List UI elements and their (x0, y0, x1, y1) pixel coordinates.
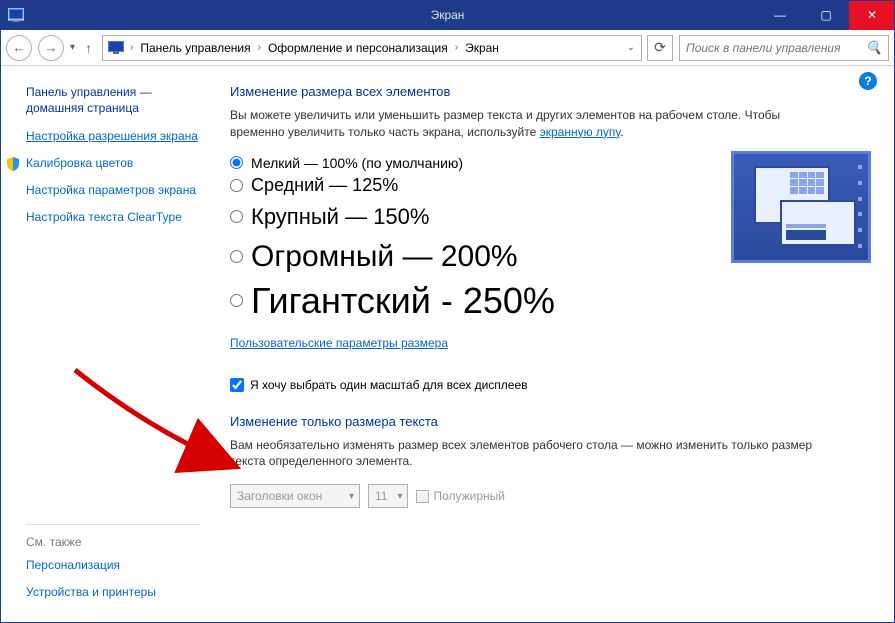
sidebar-link-personalization[interactable]: Персонализация (26, 557, 200, 574)
radio-large[interactable] (230, 210, 243, 223)
breadcrumb-item[interactable]: Панель управления (138, 41, 252, 55)
up-button[interactable]: ↑ (81, 40, 96, 56)
window-titlebar: Экран — ▢ ✕ (0, 0, 895, 30)
radio-huge[interactable] (230, 250, 243, 263)
search-icon[interactable]: 🔍 (866, 40, 882, 56)
sidebar-link-resolution[interactable]: Настройка разрешения экрана (26, 128, 200, 145)
breadcrumb-item[interactable]: Оформление и персонализация (266, 41, 450, 55)
back-button[interactable]: ← (6, 35, 32, 61)
radio-label: Гигантский - 250% (251, 280, 555, 322)
address-bar: ← → ▾ ↑ › Панель управления › Оформление… (0, 30, 895, 66)
sidebar: Панель управления — домашняя страница На… (0, 66, 210, 623)
radio-label: Средний — 125% (251, 175, 398, 196)
shield-icon (6, 157, 20, 176)
sidebar-link-cleartype[interactable]: Настройка текста ClearType (26, 209, 200, 226)
fontsize-combo[interactable]: 11 (368, 484, 408, 508)
display-preview-image (731, 151, 871, 263)
section-desc-text-only: Вам необязательно изменять размер всех э… (230, 437, 820, 471)
search-box[interactable]: 🔍 (679, 35, 889, 61)
chevron-right-icon[interactable]: › (127, 42, 136, 53)
radio-gigantic[interactable] (230, 294, 243, 307)
sidebar-item-label: Калибровка цветов (26, 156, 133, 170)
main-content: ? Изменение размера всех элементов Вы мо… (210, 66, 895, 623)
sidebar-link-display-params[interactable]: Настройка параметров экрана (26, 182, 200, 199)
bold-checkbox[interactable] (416, 490, 429, 503)
radio-label: Крупный — 150% (251, 204, 429, 230)
window-title: Экран (431, 8, 465, 22)
section-title-all-elements: Изменение размера всех элементов (230, 84, 871, 99)
element-combo[interactable]: Заголовки окон (230, 484, 360, 508)
breadcrumb-dropdown[interactable]: ⌄ (627, 42, 635, 53)
bold-checkbox-row[interactable]: Полужирный (416, 489, 505, 503)
search-input[interactable] (686, 41, 882, 55)
forward-button[interactable]: → (38, 35, 64, 61)
single-scale-checkbox-row[interactable]: Я хочу выбрать один масштаб для всех дис… (230, 378, 871, 392)
recent-dropdown[interactable]: ▾ (70, 42, 75, 53)
sidebar-link-calibration[interactable]: Калибровка цветов (26, 155, 200, 172)
help-icon[interactable]: ? (859, 72, 877, 90)
close-button[interactable]: ✕ (849, 0, 895, 30)
sidebar-link-devices[interactable]: Устройства и принтеры (26, 584, 200, 601)
chevron-right-icon[interactable]: › (452, 42, 461, 53)
radio-small[interactable] (230, 156, 243, 169)
breadcrumb-item[interactable]: Экран (463, 41, 501, 55)
refresh-button[interactable]: ⟳ (647, 35, 673, 61)
breadcrumb[interactable]: › Панель управления › Оформление и персо… (102, 35, 642, 61)
single-scale-checkbox[interactable] (230, 378, 244, 392)
app-icon (6, 5, 26, 25)
radio-label: Огромный — 200% (251, 240, 518, 274)
chevron-right-icon[interactable]: › (255, 42, 264, 53)
checkbox-label: Я хочу выбрать один масштаб для всех дис… (250, 378, 528, 392)
bold-label: Полужирный (433, 489, 505, 503)
custom-size-link[interactable]: Пользовательские параметры размера (230, 336, 448, 350)
maximize-button[interactable]: ▢ (803, 0, 849, 30)
sidebar-see-also-header: См. также (26, 535, 200, 549)
section-desc-all-elements: Вы можете увеличить или уменьшить размер… (230, 107, 820, 141)
size-option-gigantic[interactable]: Гигантский - 250% (230, 280, 871, 322)
minimize-button[interactable]: — (757, 0, 803, 30)
section-title-text-only: Изменение только размера текста (230, 414, 871, 429)
radio-label: Мелкий — 100% (по умолчанию) (251, 155, 463, 171)
sidebar-home-link[interactable]: Панель управления — домашняя страница (26, 84, 200, 116)
display-icon (107, 40, 125, 56)
radio-medium[interactable] (230, 179, 243, 192)
magnifier-link[interactable]: экранную лупу (540, 125, 621, 139)
